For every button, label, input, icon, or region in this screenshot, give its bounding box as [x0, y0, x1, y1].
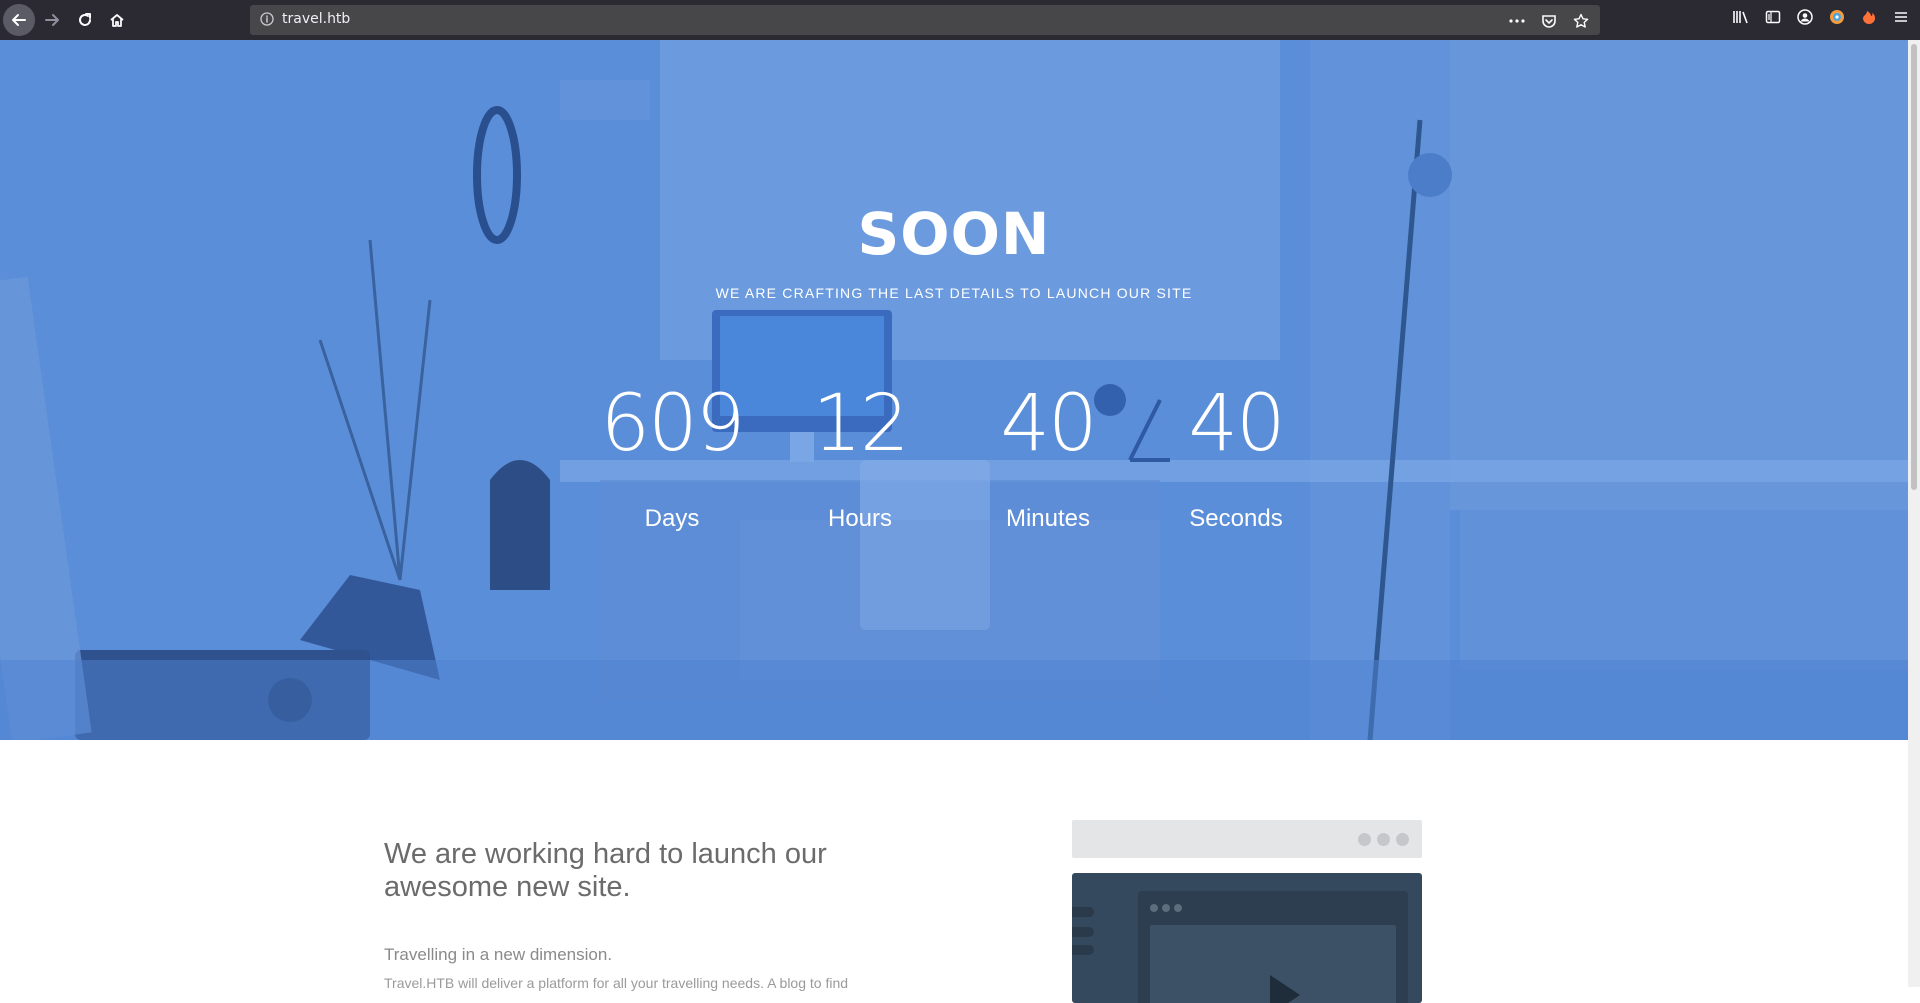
page-viewport: SOON WE ARE CRAFTING THE LAST DETAILS TO…	[0, 40, 1920, 1003]
browser-mockup-illustration	[1072, 820, 1422, 1003]
account-icon[interactable]	[1794, 6, 1816, 28]
home-button[interactable]	[101, 4, 133, 36]
mockup-dot	[1358, 833, 1371, 846]
mockup-screen	[1072, 873, 1422, 1003]
countdown-days-label: Days	[644, 505, 700, 532]
info-section: We are working hard to launch our awesom…	[0, 740, 1908, 1003]
star-icon[interactable]	[1570, 10, 1592, 32]
page-title: SOON	[857, 200, 1051, 268]
mockup-dot	[1377, 833, 1390, 846]
countdown-days-value: 609	[600, 379, 746, 469]
reload-button[interactable]	[69, 4, 101, 36]
mockup-side-tab	[1072, 907, 1094, 917]
hero-content: SOON WE ARE CRAFTING THE LAST DETAILS TO…	[0, 40, 1908, 740]
countdown-seconds-value: 40	[1188, 379, 1285, 469]
library-icon[interactable]	[1730, 6, 1752, 28]
mockup-window	[1138, 891, 1408, 1003]
back-button[interactable]	[3, 4, 35, 36]
play-icon	[1270, 975, 1300, 1003]
countdown-timer: 609 Days 12 Hours 40 Minutes 40 Seconds	[0, 385, 1908, 533]
browser-toolbar: travel.htb	[0, 0, 1920, 40]
more-icon[interactable]	[1506, 10, 1528, 32]
mockup-window-dot	[1150, 904, 1158, 912]
countdown-seconds: 40 Seconds	[1161, 385, 1311, 533]
countdown-hours: 12 Hours	[785, 385, 935, 533]
info-icon[interactable]	[260, 12, 274, 26]
pocket-icon[interactable]	[1538, 10, 1560, 32]
forward-button[interactable]	[36, 4, 68, 36]
mockup-side-tab	[1072, 927, 1094, 937]
menu-icon[interactable]	[1890, 6, 1912, 28]
url-text[interactable]: travel.htb	[282, 11, 350, 27]
mockup-video-area	[1150, 925, 1396, 1003]
countdown-minutes-value: 40	[1000, 379, 1097, 469]
mockup-titlebar	[1072, 820, 1422, 858]
countdown-hours-label: Hours	[827, 505, 893, 532]
mockup-dot	[1396, 833, 1409, 846]
mockup-window-dot	[1174, 904, 1182, 912]
page-subtitle: WE ARE CRAFTING THE LAST DETAILS TO LAUN…	[715, 285, 1193, 301]
back-arrow-icon	[12, 14, 26, 26]
page-scrollbar[interactable]	[1908, 40, 1920, 987]
section-body: Travel.HTB will deliver a platform for a…	[384, 975, 849, 991]
address-bar[interactable]: travel.htb	[250, 5, 1600, 35]
countdown-minutes: 40 Minutes	[973, 385, 1123, 533]
section-headline: We are working hard to launch our awesom…	[384, 838, 827, 903]
countdown-days: 609 Days	[597, 385, 747, 533]
reload-icon	[79, 13, 91, 26]
countdown-hours-value: 12	[812, 379, 909, 469]
home-icon	[110, 14, 124, 27]
section-lead: Travelling in a new dimension.	[384, 945, 613, 964]
scrollbar-thumb[interactable]	[1911, 44, 1917, 490]
firefox-icon[interactable]	[1858, 6, 1880, 28]
sidebar-icon[interactable]	[1762, 6, 1784, 28]
countdown-minutes-label: Minutes	[1005, 505, 1091, 532]
forward-arrow-icon	[45, 14, 59, 26]
mockup-side-tab	[1072, 945, 1094, 955]
countdown-seconds-label: Seconds	[1189, 505, 1283, 532]
extension-icon[interactable]	[1826, 6, 1848, 28]
mockup-window-dot	[1162, 904, 1170, 912]
hero-section: SOON WE ARE CRAFTING THE LAST DETAILS TO…	[0, 40, 1908, 740]
